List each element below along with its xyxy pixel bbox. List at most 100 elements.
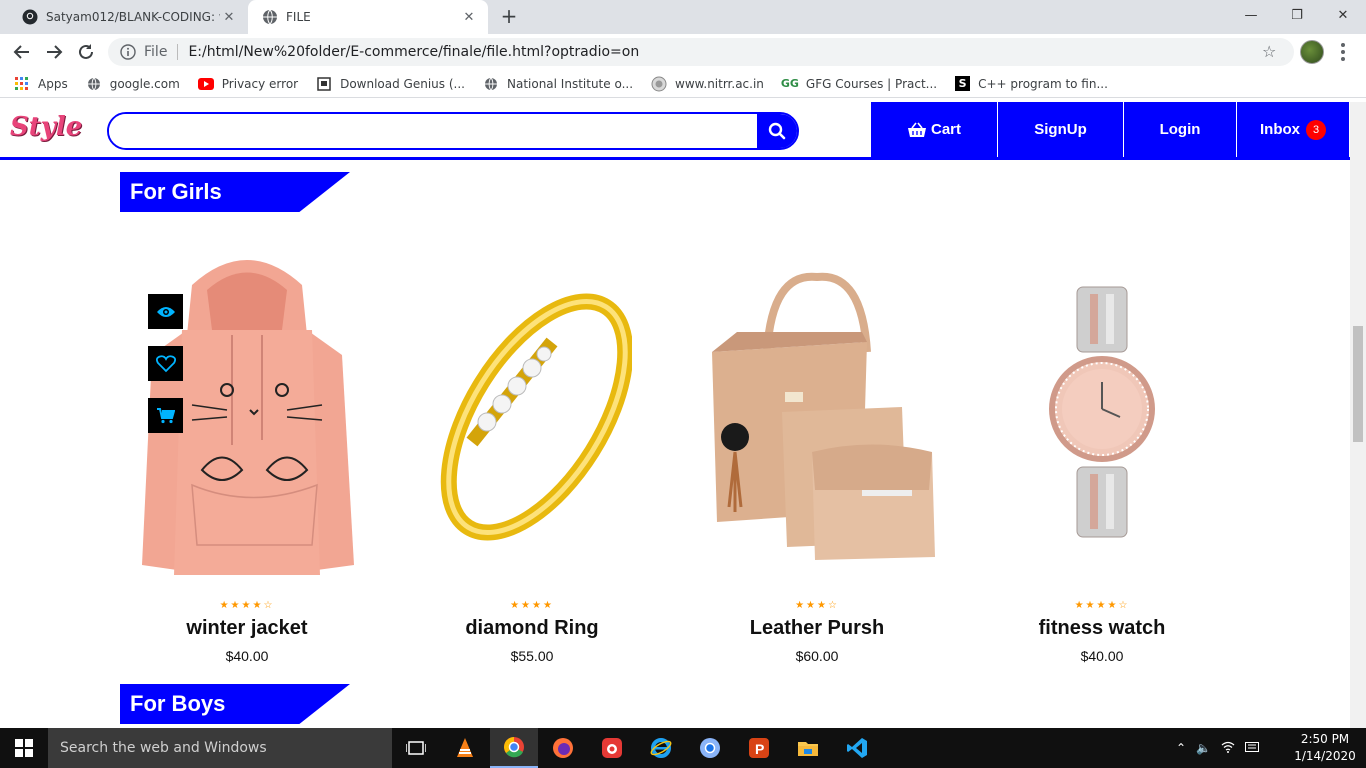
- bookmark-apps[interactable]: Apps: [14, 76, 68, 92]
- chevron-up-icon[interactable]: ⌃: [1176, 741, 1186, 755]
- main-nav: Cart SignUp Login Inbox 3: [871, 102, 1349, 157]
- globe-icon: [86, 76, 102, 92]
- new-tab-button[interactable]: +: [498, 6, 520, 28]
- product-price: $40.00: [1080, 648, 1124, 664]
- close-window-button[interactable]: ✕: [1320, 0, 1366, 30]
- nav-cart[interactable]: Cart: [871, 102, 997, 157]
- section-heading-boys: For Boys: [120, 684, 350, 724]
- search-bar: [107, 112, 799, 150]
- nav-login[interactable]: Login: [1123, 102, 1236, 157]
- tab-title: Satyam012/BLANK-CODING: web: [46, 10, 220, 24]
- bookmark-national-institute[interactable]: National Institute o...: [483, 76, 633, 92]
- apps-grid-icon: [14, 76, 30, 92]
- globe-icon: [262, 9, 278, 25]
- windows-logo-icon: [15, 739, 33, 757]
- internet-explorer-icon[interactable]: [637, 728, 685, 768]
- arrow-right-icon: [47, 45, 63, 59]
- tab-github[interactable]: Satyam012/BLANK-CODING: web ✕: [8, 0, 248, 34]
- rating-stars: ★★★☆: [795, 600, 839, 611]
- rating-stars: ★★★★: [510, 600, 554, 611]
- address-bar[interactable]: File E:/html/New%20folder/E-commerce/fin…: [108, 38, 1294, 66]
- product-name[interactable]: fitness watch: [977, 617, 1227, 640]
- keyboard-icon[interactable]: [1245, 741, 1260, 755]
- bookmarks-bar: Apps google.com Privacy error Download G…: [0, 70, 1366, 98]
- bookmark-label: www.nitrr.ac.in: [675, 76, 764, 91]
- volume-icon[interactable]: 🔈: [1196, 741, 1211, 755]
- nav-signup-label: SignUp: [1034, 121, 1087, 138]
- quick-view-button[interactable]: [148, 294, 183, 329]
- search-icon: [768, 122, 786, 140]
- product-card[interactable]: ★★★★ diamond Ring $55.00: [407, 242, 657, 682]
- scroll-thumb[interactable]: [1353, 326, 1363, 442]
- menu-dots-icon[interactable]: [1340, 42, 1346, 62]
- url-text[interactable]: E:/html/New%20folder/E-commerce/finale/f…: [188, 44, 1262, 60]
- web-page: Style Cart SignUp Login Inbox 3 For Girl…: [0, 102, 1350, 728]
- forward-button[interactable]: [42, 40, 66, 64]
- eye-icon: [156, 306, 175, 317]
- basket-icon: [907, 122, 926, 137]
- browser-tab-bar: Satyam012/BLANK-CODING: web ✕ FILE ✕ + —…: [0, 0, 1366, 34]
- site-logo[interactable]: Style: [10, 112, 82, 142]
- task-view-icon[interactable]: [392, 728, 440, 768]
- bookmark-privacy-error[interactable]: Privacy error: [197, 76, 299, 92]
- reload-button[interactable]: [74, 40, 98, 64]
- bookmark-gfg[interactable]: GG GFG Courses | Pract...: [780, 76, 937, 92]
- rating-stars: ★★★★☆: [1074, 600, 1130, 611]
- product-image-watch[interactable]: [977, 242, 1227, 582]
- bookmark-star-icon[interactable]: ☆: [1262, 43, 1280, 61]
- page-scrollbar[interactable]: [1350, 102, 1366, 728]
- chrome-icon[interactable]: [686, 728, 734, 768]
- bookmark-label: Download Genius (...: [340, 76, 465, 91]
- close-icon[interactable]: ✕: [220, 10, 238, 25]
- gfg-icon: GG: [780, 77, 799, 90]
- url-scheme: File: [144, 44, 168, 60]
- taskbar-search-input[interactable]: Search the web and Windows: [48, 728, 392, 768]
- heart-icon: [155, 354, 176, 372]
- restore-button[interactable]: ❐: [1274, 0, 1320, 30]
- wifi-icon[interactable]: [1221, 741, 1235, 756]
- product-name[interactable]: Leather Pursh: [692, 617, 942, 640]
- product-name[interactable]: winter jacket: [122, 617, 372, 640]
- seal-icon: [651, 76, 667, 92]
- search-input[interactable]: [109, 114, 759, 148]
- rating-stars: ★★★★☆: [219, 600, 275, 611]
- back-button[interactable]: [10, 40, 34, 64]
- system-tray: ⌃ 🔈: [1176, 728, 1269, 768]
- p-app-icon[interactable]: P: [735, 728, 783, 768]
- minimize-button[interactable]: —: [1228, 0, 1274, 30]
- taskbar-clock[interactable]: 2:50 PM 1/14/2020: [1290, 731, 1360, 765]
- vlc-icon[interactable]: [441, 728, 489, 768]
- info-icon[interactable]: [120, 44, 136, 60]
- bookmark-cpp-program[interactable]: S C++ program to fin...: [955, 76, 1108, 91]
- reload-icon: [79, 44, 93, 59]
- inbox-count-badge: 3: [1306, 119, 1326, 140]
- bookmark-label: Privacy error: [221, 76, 299, 91]
- product-image-handbag[interactable]: [692, 242, 942, 582]
- tab-file[interactable]: FILE ✕: [248, 0, 488, 34]
- vscode-icon[interactable]: [833, 728, 881, 768]
- bookmark-label: Apps: [38, 76, 68, 91]
- site-header: Style Cart SignUp Login Inbox 3: [0, 102, 1350, 160]
- nav-signup[interactable]: SignUp: [997, 102, 1123, 157]
- file-explorer-icon[interactable]: [784, 728, 832, 768]
- avatar[interactable]: [1300, 40, 1324, 64]
- product-image-ring[interactable]: [407, 242, 657, 582]
- bookmark-nitrr[interactable]: www.nitrr.ac.in: [651, 76, 764, 92]
- download-icon: [316, 76, 332, 92]
- product-card[interactable]: ★★★★☆ fitness watch $40.00: [977, 242, 1227, 682]
- bookmark-download-genius[interactable]: Download Genius (...: [316, 76, 465, 92]
- add-to-cart-button[interactable]: [148, 398, 183, 433]
- chrome-icon[interactable]: [490, 728, 538, 768]
- close-icon[interactable]: ✕: [460, 10, 478, 25]
- tab-title: FILE: [286, 10, 311, 24]
- camera-app-icon[interactable]: [588, 728, 636, 768]
- firefox-icon[interactable]: [539, 728, 587, 768]
- youtube-icon: [197, 76, 214, 92]
- bookmark-google[interactable]: google.com: [86, 76, 180, 92]
- search-button[interactable]: [757, 114, 797, 148]
- start-button[interactable]: [0, 728, 48, 768]
- wishlist-button[interactable]: [148, 346, 183, 381]
- product-name[interactable]: diamond Ring: [407, 617, 657, 640]
- nav-inbox[interactable]: Inbox 3: [1236, 102, 1349, 157]
- product-card[interactable]: ★★★☆ Leather Pursh $60.00: [692, 242, 942, 682]
